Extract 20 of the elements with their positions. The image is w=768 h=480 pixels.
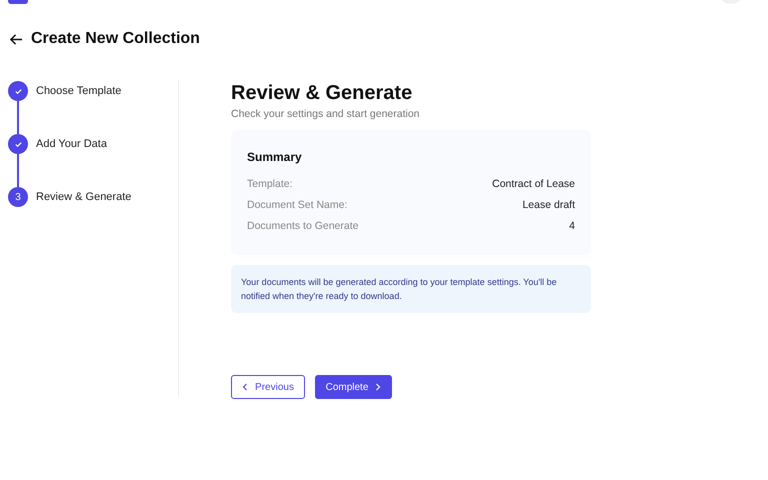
nav-button[interactable]: Previous xyxy=(231,375,305,399)
chevron-right-icon xyxy=(375,383,382,391)
step-indicator: 3 xyxy=(8,187,28,207)
summary-label: Template: xyxy=(247,178,293,192)
section-title: Review & Generate xyxy=(231,82,414,105)
step-label[interactable]: Choose Template xyxy=(36,85,122,97)
summary-value: 4 xyxy=(569,220,575,234)
summary-value: Lease draft xyxy=(522,199,575,213)
card-title: Summary xyxy=(247,150,303,164)
summary-label: Documents to Generate xyxy=(247,220,358,234)
chevron-left-icon xyxy=(242,383,248,391)
nav-button[interactable]: Complete xyxy=(315,375,392,399)
step-label[interactable]: Add Your Data xyxy=(36,138,107,150)
step-label[interactable]: Review & Generate xyxy=(36,191,132,203)
back-arrow-icon[interactable] xyxy=(10,32,23,46)
summary-label: Document Set Name: xyxy=(247,199,348,213)
page-title: Create New Collection xyxy=(31,30,200,48)
info-notice: Your documents will be generated according to your template settings. You'll be notified when they're ready to download. xyxy=(231,265,591,313)
summary-value: Contract of Lease xyxy=(492,178,575,192)
section-subtitle: Check your settings and start generation xyxy=(231,108,421,120)
